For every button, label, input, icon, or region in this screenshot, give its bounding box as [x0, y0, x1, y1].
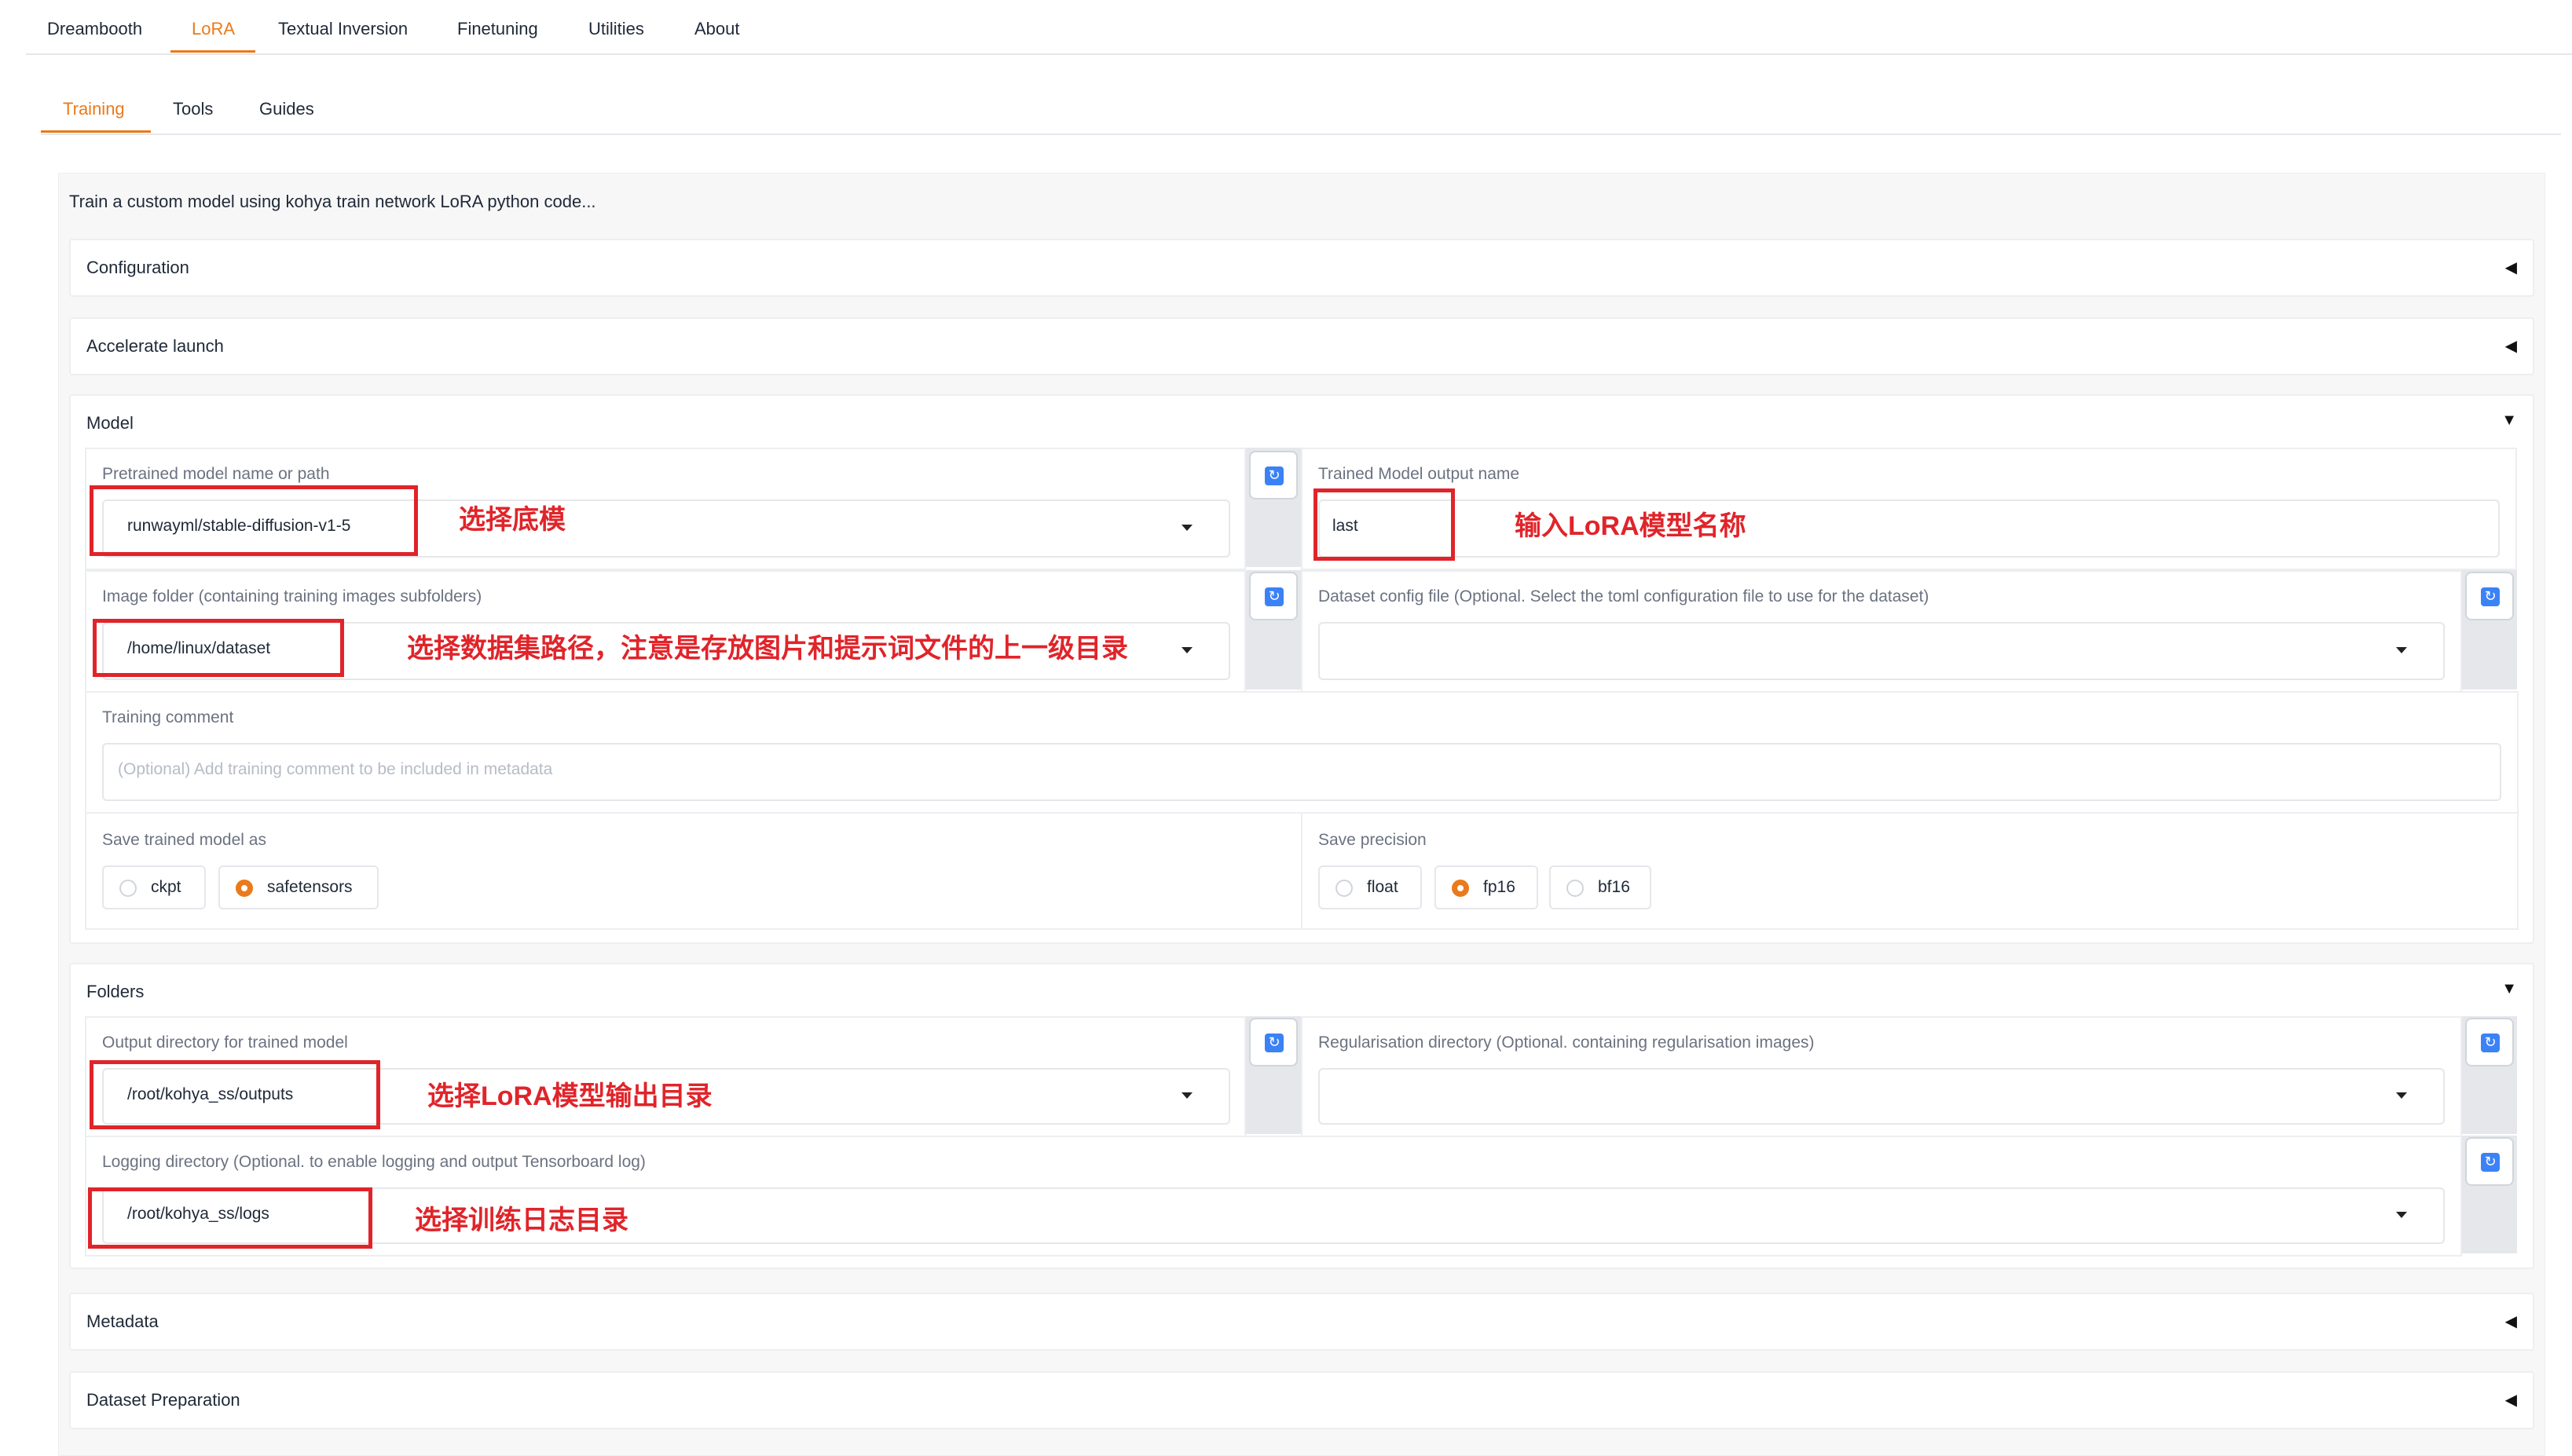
- tab-textual-inversion[interactable]: Textual Inversion: [278, 19, 408, 39]
- refresh-button[interactable]: ↻: [1249, 1018, 1298, 1066]
- image-folder-label: Image folder (containing training images…: [102, 587, 482, 605]
- training-comment-label: Training comment: [102, 708, 234, 726]
- radio-circle: [1335, 880, 1353, 897]
- radio-circle: [119, 880, 137, 897]
- collapsed-caret-icon: ◀: [2504, 338, 2517, 355]
- pretrained-model-label: Pretrained model name or path: [102, 465, 330, 483]
- tab-lora[interactable]: LoRA: [192, 19, 235, 39]
- annotation-box-output-name: [1313, 488, 1455, 561]
- tab-about[interactable]: About: [694, 19, 740, 39]
- radio-label: safetensors: [267, 878, 353, 896]
- tab-guides[interactable]: Guides: [259, 99, 314, 119]
- refresh-button[interactable]: ↻: [2465, 1137, 2514, 1186]
- configuration-title: Configuration: [86, 258, 189, 277]
- refresh-icon: ↻: [2481, 1033, 2500, 1052]
- annotation-logging-dir: 选择训练日志目录: [415, 1205, 628, 1235]
- accelerate-title: Accelerate launch: [86, 336, 224, 356]
- top-tab-bar: [26, 0, 2572, 55]
- tab-tools[interactable]: Tools: [173, 99, 213, 119]
- chevron-down-icon: [2396, 1092, 2407, 1099]
- annotation-output-dir: 选择LoRA模型输出目录: [427, 1081, 713, 1111]
- radio-label: ckpt: [151, 878, 181, 896]
- tab-training-underline: [41, 130, 151, 133]
- accordion-accelerate-launch[interactable]: Accelerate launch ◀: [69, 317, 2534, 375]
- chevron-down-icon: [1182, 647, 1193, 653]
- accordion-metadata[interactable]: Metadata ◀: [69, 1293, 2534, 1351]
- refresh-icon: ↻: [1265, 466, 1284, 485]
- annotation-output-name: 输入LoRA模型名称: [1515, 511, 1746, 541]
- collapsed-caret-icon: ◀: [2504, 1392, 2517, 1409]
- radio-circle-checked: [236, 880, 253, 897]
- refresh-icon: ↻: [2481, 1153, 2500, 1172]
- radio-circle-checked: [1452, 880, 1469, 897]
- metadata-title: Metadata: [86, 1311, 159, 1331]
- collapsed-caret-icon: ◀: [2504, 259, 2517, 276]
- save-as-label: Save trained model as: [102, 831, 266, 849]
- tab-utilities[interactable]: Utilities: [588, 19, 644, 39]
- expanded-caret-icon[interactable]: ▼: [2501, 412, 2517, 430]
- dataset-config-label: Dataset config file (Optional. Select th…: [1318, 587, 1929, 605]
- logging-dir-label: Logging directory (Optional. to enable l…: [102, 1153, 646, 1171]
- radio-bf16[interactable]: bf16: [1549, 865, 1651, 909]
- refresh-icon: ↻: [2481, 587, 2500, 606]
- dataset-preparation-title: Dataset Preparation: [86, 1390, 240, 1410]
- annotation-image-folder: 选择数据集路径，注意是存放图片和提示词文件的上一级目录: [407, 634, 1128, 664]
- chevron-down-icon: [1182, 1092, 1193, 1099]
- sub-tab-bar: [41, 79, 2561, 135]
- annotation-box-image-folder: [93, 619, 344, 677]
- tab-finetuning[interactable]: Finetuning: [457, 19, 538, 39]
- radio-circle: [1566, 880, 1584, 897]
- annotation-box-logging-dir: [88, 1187, 372, 1249]
- refresh-icon: ↻: [1265, 1033, 1284, 1052]
- annotation-box-output-dir: [90, 1060, 380, 1129]
- accordion-configuration[interactable]: Configuration ◀: [69, 239, 2534, 297]
- dataset-config-dropdown[interactable]: [1318, 622, 2445, 680]
- refresh-icon: ↻: [1265, 587, 1284, 606]
- radio-label: bf16: [1598, 878, 1630, 896]
- save-precision-label: Save precision: [1318, 831, 1427, 849]
- annotation-box-pretrained: [90, 485, 418, 556]
- reg-dir-dropdown[interactable]: [1318, 1068, 2445, 1125]
- expanded-caret-icon[interactable]: ▼: [2501, 980, 2517, 998]
- output-name-label: Trained Model output name: [1318, 465, 1520, 483]
- output-name-input[interactable]: [1318, 499, 2500, 558]
- panel-description: Train a custom model using kohya train n…: [69, 192, 596, 211]
- radio-label: float: [1367, 878, 1398, 896]
- tab-training[interactable]: Training: [63, 99, 125, 119]
- reg-dir-label: Regularisation directory (Optional. cont…: [1318, 1033, 1815, 1052]
- collapsed-caret-icon: ◀: [2504, 1313, 2517, 1330]
- radio-label: fp16: [1483, 878, 1515, 896]
- tab-dreambooth[interactable]: Dreambooth: [47, 19, 142, 39]
- chevron-down-icon: [2396, 647, 2407, 653]
- model-title: Model: [86, 413, 134, 433]
- chevron-down-icon: [2396, 1212, 2407, 1218]
- folders-title: Folders: [86, 982, 145, 1001]
- annotation-pretrained: 选择底模: [459, 505, 566, 535]
- refresh-button[interactable]: ↻: [2465, 1018, 2514, 1066]
- chevron-down-icon: [1182, 525, 1193, 531]
- refresh-button[interactable]: ↻: [2465, 572, 2514, 620]
- radio-ckpt[interactable]: ckpt: [102, 865, 206, 909]
- radio-safetensors[interactable]: safetensors: [218, 865, 379, 909]
- refresh-button[interactable]: ↻: [1249, 451, 1298, 499]
- tab-lora-underline: [170, 50, 255, 53]
- radio-float[interactable]: float: [1318, 865, 1422, 909]
- refresh-button[interactable]: ↻: [1249, 572, 1298, 620]
- output-dir-label: Output directory for trained model: [102, 1033, 348, 1052]
- radio-fp16[interactable]: fp16: [1434, 865, 1538, 909]
- training-comment-placeholder: (Optional) Add training comment to be in…: [118, 760, 553, 778]
- accordion-dataset-preparation[interactable]: Dataset Preparation ◀: [69, 1371, 2534, 1429]
